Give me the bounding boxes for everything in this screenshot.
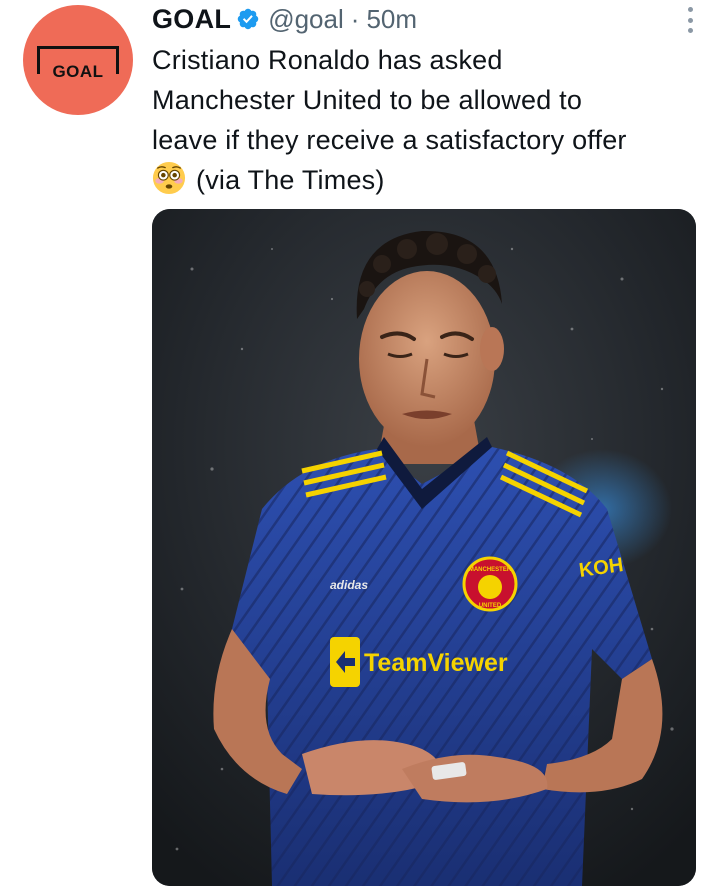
player-photo-illustration: MANCHESTER UNITED adidas KOH TeamViewer: [152, 209, 696, 886]
tweet[interactable]: GOAL GOAL @goal · 50m Cristiano Ronaldo …: [0, 0, 720, 886]
author-name[interactable]: GOAL: [152, 4, 231, 35]
club-badge-text-top: MANCHESTER: [469, 567, 512, 573]
separator-dot: ·: [350, 3, 360, 34]
dot: [687, 17, 693, 23]
kit-brand-text: adidas: [330, 578, 368, 592]
timestamp[interactable]: 50m: [366, 4, 417, 35]
tweet-photo[interactable]: MANCHESTER UNITED adidas KOH TeamViewer: [152, 209, 696, 886]
tweet-text: Cristiano Ronaldo has asked Manchester U…: [152, 40, 712, 206]
tweet-text-suffix: (via The Times): [196, 165, 385, 195]
flushed-face-emoji-icon: [152, 161, 186, 206]
tweet-text-line: Cristiano Ronaldo has asked: [152, 45, 503, 75]
dot: [687, 7, 693, 12]
tweet-text-line: leave if they receive a satisfactory off…: [152, 125, 627, 155]
tweet-text-line: Manchester United to be allowed to: [152, 85, 583, 115]
avatar[interactable]: GOAL: [23, 5, 133, 115]
goal-logo-text: GOAL: [49, 63, 107, 80]
verified-badge-icon: [236, 7, 260, 31]
author-handle[interactable]: @goal: [268, 4, 344, 35]
more-options-icon[interactable]: [684, 7, 696, 33]
dot: [687, 28, 693, 33]
tweet-text-line-last: (via The Times): [152, 160, 712, 206]
tweet-header: GOAL @goal · 50m: [152, 0, 417, 38]
club-badge-text-bottom: UNITED: [479, 603, 502, 609]
goal-logo: GOAL: [37, 46, 119, 80]
sponsor-text: TeamViewer: [364, 649, 508, 677]
